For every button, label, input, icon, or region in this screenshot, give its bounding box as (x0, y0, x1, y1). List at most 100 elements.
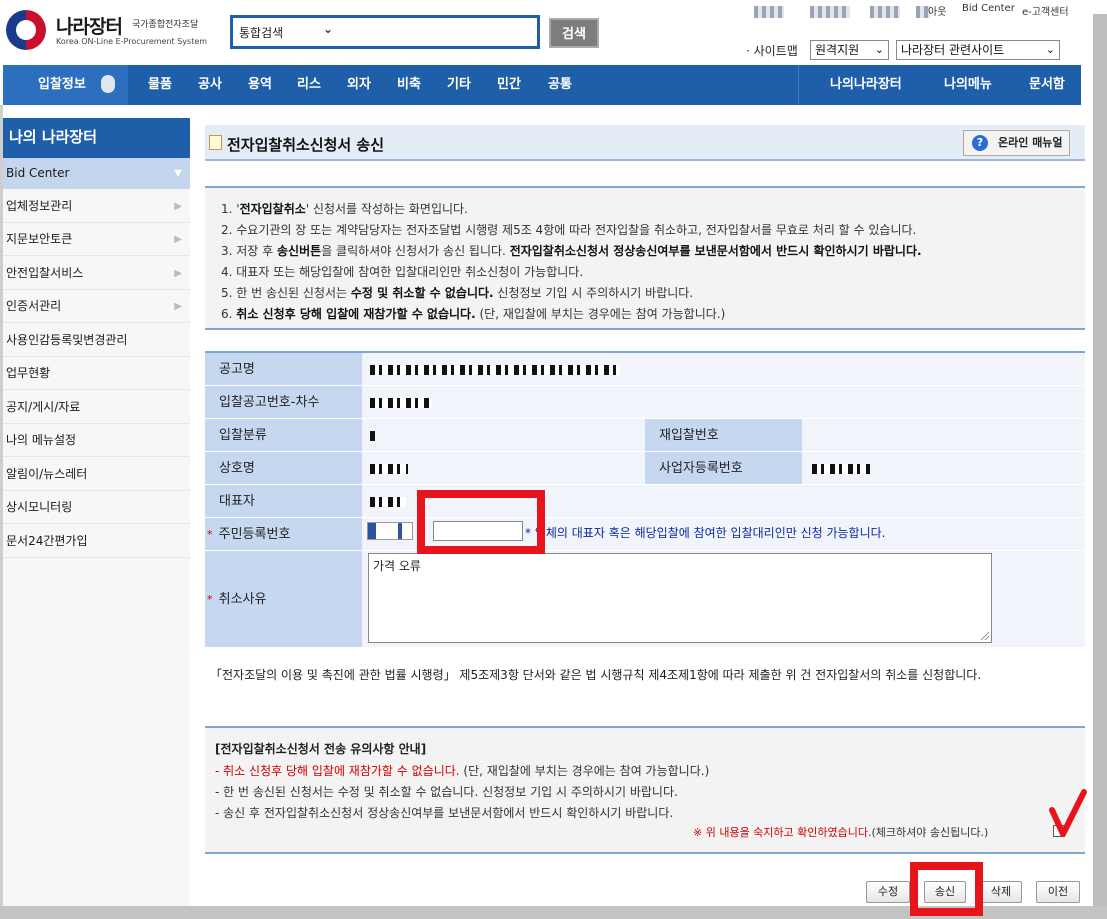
chevron-right-icon: ▶ (174, 201, 182, 212)
required-marker: * (207, 593, 213, 606)
notice-bold: 송신버튼 (277, 244, 322, 258)
redacted-text (370, 365, 620, 375)
sidebar-item-newsletter[interactable]: 알림이/뉴스레터 (3, 458, 190, 491)
nav-my-narajangteo[interactable]: 나의나라장터 (830, 65, 902, 105)
rrn-first-input[interactable] (367, 522, 413, 540)
nav-item-lease[interactable]: 리스 (297, 65, 321, 105)
nav-item-common[interactable]: 공통 (548, 65, 572, 105)
nav-item-construction[interactable]: 공사 (198, 65, 222, 105)
edit-button[interactable]: 수정 (866, 881, 910, 903)
search-box[interactable]: 통합검색 ⌄ (230, 15, 540, 49)
redacted-text (812, 464, 870, 474)
redacted-text (370, 431, 375, 441)
notice-text: 1. ' (221, 202, 240, 216)
caution-title: [전자입찰취소신청서 전송 유의사항 안내] (215, 742, 427, 756)
biz-reg-value (802, 452, 1085, 485)
logo-icon[interactable] (6, 10, 46, 50)
caution-text: (단, 재입찰에 부치는 경우에는 참여 가능합니다.) (459, 764, 710, 778)
delete-button[interactable]: 삭제 (980, 881, 1022, 903)
sidebar-item-label: 인증서관리 (6, 299, 62, 313)
logo-title[interactable]: 나라장터 (56, 12, 123, 39)
agreement-text: ※ 위 내용을 숙지하고 확인하였습니다.(체크하셔야 송신됩니다.) (693, 824, 988, 840)
nav-item-service[interactable]: 용역 (248, 65, 272, 105)
prev-button[interactable]: 이전 (1036, 881, 1080, 903)
related-sites-select[interactable]: 나라장터 관련사이트 ⌄ (896, 40, 1060, 60)
sidebar-item-company-info[interactable]: 업체정보관리 ▶ (3, 190, 190, 223)
related-sites-value: 나라장터 관련사이트 (901, 43, 1005, 57)
sidebar-item-label: 문서24간편가입 (6, 534, 88, 548)
reason-label-text: 취소사유 (218, 592, 267, 607)
remote-support-select[interactable]: 원격지원 ⌄ (810, 40, 889, 60)
notice-text: 신청정보 기입 시 주의하시기 바랍니다. (493, 286, 694, 300)
sidebar-item-menu-settings[interactable]: 나의 메뉴설정 (3, 424, 190, 457)
annotation-highlight-rrn (417, 490, 545, 554)
help-icon: ? (972, 135, 988, 151)
sidebar-item-label: 안전입찰서비스 (6, 266, 84, 280)
nav-item-private[interactable]: 민간 (497, 65, 521, 105)
sidebar-item-label: 사용인감등록및변경관리 (6, 333, 128, 347)
rrn-label: * 주민등록번호 (205, 518, 362, 551)
nav-my-menu[interactable]: 나의메뉴 (944, 65, 992, 105)
nav-item-goods[interactable]: 물품 (148, 65, 172, 105)
notice-3: 3. 저장 후 송신버튼을 클릭하셔야 신청서가 송신 됩니다. 전자입찰취소신… (221, 242, 922, 259)
blurred-link[interactable] (754, 6, 784, 18)
nav-document-box[interactable]: 문서함 (1029, 65, 1065, 105)
sidebar-item-monitoring[interactable]: 상시모니터링 (3, 491, 190, 524)
sidebar-item-fingerprint-token[interactable]: 지문보안토큰 ▶ (3, 223, 190, 256)
mouse-icon (101, 75, 115, 93)
biz-reg-label: 사업자등록번호 (645, 452, 802, 485)
annotation-highlight-send (910, 862, 983, 916)
bid-center-link[interactable]: Bid Center (962, 3, 1015, 14)
reason-label: * 취소사유 (205, 551, 362, 648)
caret-down-icon: ▼ (174, 168, 182, 179)
online-manual-label: 온라인 매뉴얼 (998, 136, 1063, 149)
notice-bold: 수정 및 취소할 수 없습니다. (350, 286, 494, 300)
sidebar-item-doc24[interactable]: 문서24간편가입 (3, 525, 190, 558)
cancel-reason-textarea[interactable]: 가격 오류 (368, 553, 992, 643)
rebid-no-label: 재입찰번호 (645, 419, 802, 452)
notice-text: 3. 저장 후 (221, 244, 278, 258)
blurred-link[interactable] (810, 6, 850, 18)
logo-sub-kr: 국가종합전자조달 (132, 20, 199, 30)
bid-no-value (362, 386, 1085, 419)
sidebar-item-label: 나의 메뉴설정 (6, 433, 77, 447)
blurred-link[interactable] (870, 6, 900, 18)
caution-line-3: - 송신 후 전자입찰취소신청서 정상송신여부를 보낸문서함에서 반드시 확인하… (215, 806, 674, 820)
sidebar-item-certificate[interactable]: 인증서관리 ▶ (3, 290, 190, 323)
sidebar-item-work-status[interactable]: 업무현황 (3, 357, 190, 390)
notice-bold: 전자입찰취소 (239, 202, 306, 216)
resize-handle-icon[interactable] (981, 632, 989, 640)
logout-link[interactable]: 아웃 (928, 3, 946, 18)
nav-bid-info[interactable]: 입찰정보 (3, 65, 128, 105)
redacted-text (370, 497, 406, 507)
legal-statement: 「전자조달의 이용 및 촉진에 관한 법률 시행령」 제5조제3항 단서와 같은… (210, 668, 982, 682)
sidebar-item-bid-center[interactable]: Bid Center ▼ (3, 158, 190, 189)
chevron-down-icon[interactable]: ⌄ (323, 22, 333, 36)
sidebar: 나의 나라장터 Bid Center ▼ 업체정보관리 ▶ 지문보안토큰 ▶ 안전입… (3, 118, 190, 906)
notice-4: 4. 대표자 또는 해당입찰에 참여한 입찰대리인만 취소신청이 가능합니다. (221, 265, 584, 279)
sidebar-item-label: Bid Center (6, 166, 70, 180)
sidebar-item-seal[interactable]: 사용인감등록및변경관리 (3, 324, 190, 357)
remote-support-value: 원격지원 (815, 43, 860, 57)
nav-item-foreign[interactable]: 외자 (347, 65, 371, 105)
sidebar-item-notice[interactable]: 공지/게시/자료 (3, 391, 190, 424)
page-title-bar: 전자입찰취소신청서 송신 ? 온라인 매뉴얼 (205, 125, 1085, 161)
chevron-right-icon: ▶ (174, 301, 182, 312)
notice-text: ' 신청서를 작성하는 화면입니다. (305, 202, 468, 216)
caution-box: [전자입찰취소신청서 전송 유의사항 안내] - 취소 신청후 당해 입찰에 재… (205, 726, 1085, 854)
notice-bold: 취소 신청후 당해 입찰에 재참가할 수 없습니다. (236, 307, 476, 321)
sidebar-item-label: 업무현황 (6, 366, 51, 380)
notice-bold: 전자입찰취소신청서 정상송신여부를 보낸문서함에서 반드시 확인하시기 바랍니다… (509, 244, 922, 258)
rrn-label-text: 주민등록번호 (218, 527, 291, 542)
nav-item-etc[interactable]: 기타 (447, 65, 471, 105)
search-button[interactable]: 검색 (549, 18, 599, 48)
nav-item-stockpile[interactable]: 비축 (397, 65, 421, 105)
sitemap-link[interactable]: · 사이트맵 (746, 42, 798, 59)
online-manual-button[interactable]: ? 온라인 매뉴얼 (963, 130, 1070, 156)
sidebar-title: 나의 나라장터 (3, 118, 190, 158)
logo-sub-en: Korea ON-Line E-Procurement System (56, 37, 208, 46)
caution-line-1: - 취소 신청후 당해 입찰에 재참가할 수 없습니다. (단, 재입찰에 부치… (215, 762, 709, 779)
search-category-select[interactable]: 통합검색 (239, 24, 283, 41)
customer-center-link[interactable]: e-고객센터 (1022, 3, 1069, 18)
sidebar-item-safe-bid[interactable]: 안전입찰서비스 ▶ (3, 257, 190, 290)
